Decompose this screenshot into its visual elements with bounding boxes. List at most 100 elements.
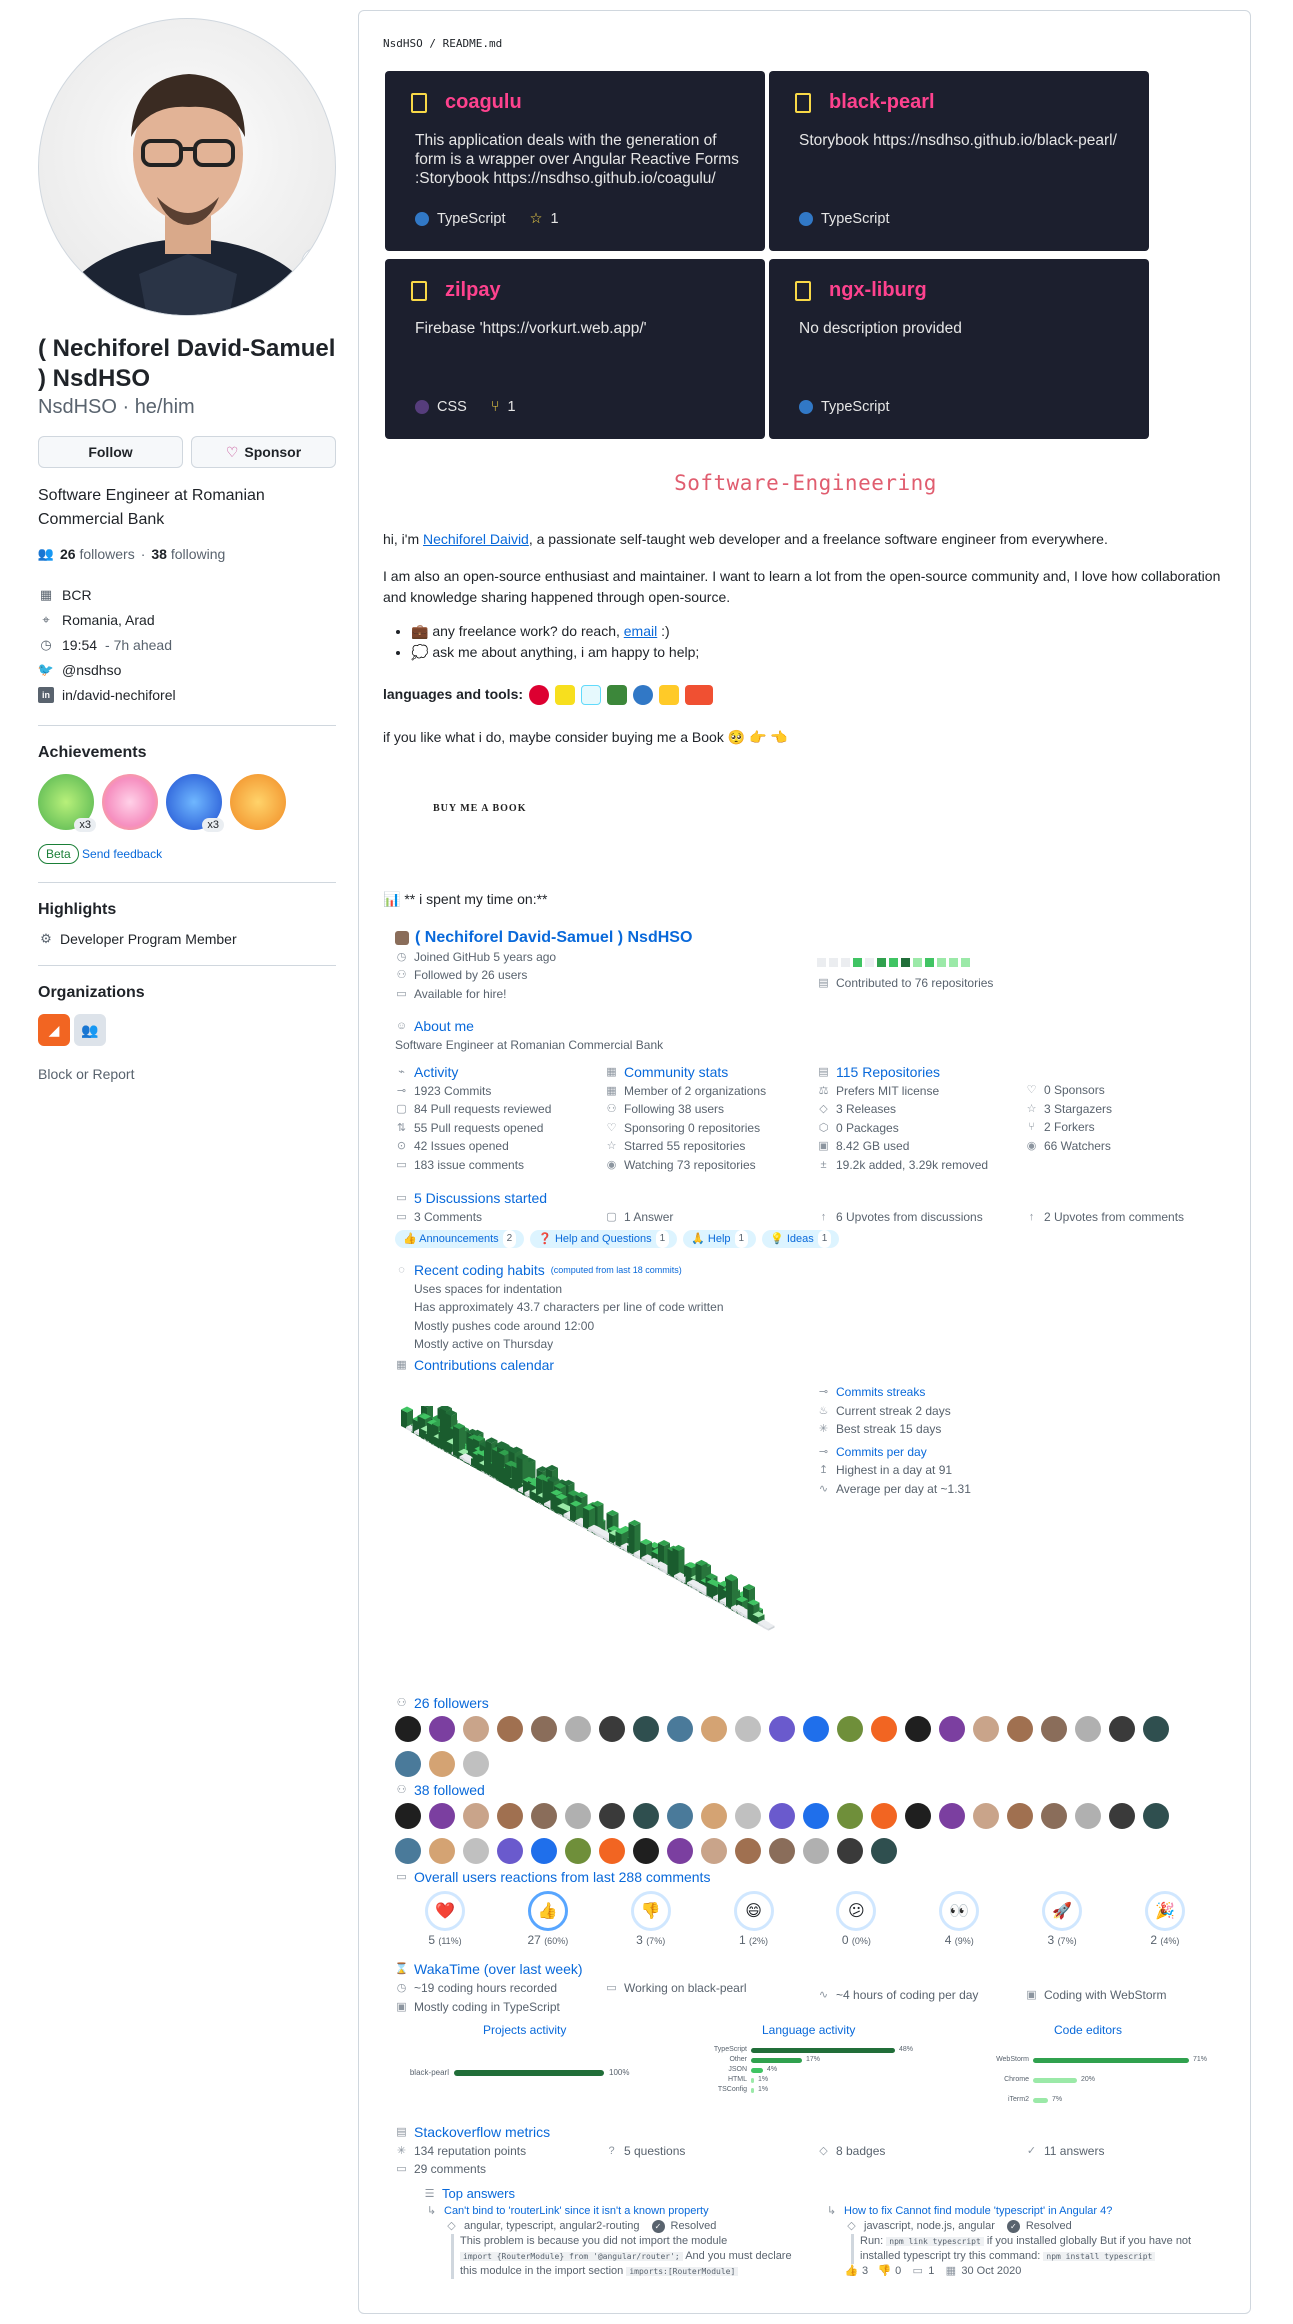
follower-avatar[interactable] (1007, 1716, 1033, 1742)
followed-user-avatar[interactable] (939, 1803, 965, 1829)
followed-user-avatar[interactable] (1143, 1803, 1169, 1829)
follower-avatar[interactable] (803, 1716, 829, 1742)
followed-user-avatar[interactable] (395, 1803, 421, 1829)
followed-user-avatar[interactable] (905, 1803, 931, 1829)
org-avatar-2[interactable]: 👥 (74, 1014, 106, 1046)
follower-avatar[interactable] (1109, 1716, 1135, 1742)
follower-avatar[interactable] (667, 1716, 693, 1742)
followed-user-avatar[interactable] (667, 1803, 693, 1829)
follower-avatar[interactable] (463, 1751, 489, 1777)
repo-name[interactable]: zilpay (445, 279, 501, 302)
follower-avatar[interactable] (701, 1716, 727, 1742)
follower-avatar[interactable] (531, 1716, 557, 1742)
linkedin-item[interactable]: in in/david-nechiforel (38, 682, 336, 707)
follower-avatar[interactable] (871, 1716, 897, 1742)
category-chip-help-questions[interactable]: ❓ Help and Questions 1 (530, 1229, 678, 1249)
followed-user-avatar[interactable] (463, 1803, 489, 1829)
follower-avatar[interactable] (1075, 1716, 1101, 1742)
followers-link[interactable]: 26 followers (60, 546, 135, 562)
repo-name[interactable]: coagulu (445, 91, 522, 114)
repo-name[interactable]: black-pearl (829, 91, 935, 114)
followed-user-avatar[interactable] (599, 1838, 625, 1864)
followed-user-avatar[interactable] (871, 1838, 897, 1864)
followed-user-avatar[interactable] (565, 1838, 591, 1864)
following-link[interactable]: 38 following (151, 546, 225, 562)
repo-card-ngx-liburg[interactable]: ngx-liburg No description provided TypeS… (769, 259, 1149, 439)
sponsor-button[interactable]: ♡ Sponsor (191, 436, 336, 468)
followed-user-avatar[interactable] (531, 1803, 557, 1829)
followed-user-avatar[interactable] (429, 1838, 455, 1864)
answer-1-link[interactable]: Can't bind to 'routerLink' since it isn'… (444, 2204, 709, 2219)
follower-avatar[interactable] (1041, 1716, 1067, 1742)
repo-card-coagulu[interactable]: coagulu This application deals with the … (385, 71, 765, 251)
category-chip-announcements[interactable]: 👍 Announcements 2 (395, 1229, 525, 1249)
follower-avatar[interactable] (1143, 1716, 1169, 1742)
follower-avatar[interactable] (497, 1716, 523, 1742)
follower-avatar[interactable] (973, 1716, 999, 1742)
buy-me-a-book-logo[interactable]: BUY ME A BOOK (433, 803, 526, 814)
followed-user-avatar[interactable] (633, 1803, 659, 1829)
follower-avatar[interactable] (395, 1751, 421, 1777)
followed-user-avatar[interactable] (701, 1803, 727, 1829)
breadcrumb[interactable]: NsdHSO / README.md (383, 37, 502, 50)
hourglass-icon: ⌛ (394, 1963, 409, 1975)
followed-user-avatar[interactable] (599, 1803, 625, 1829)
twitter-item[interactable]: 🐦 @nsdhso (38, 657, 336, 682)
pair-extraordinaire-badge[interactable]: x3 (38, 774, 96, 832)
org-avatar-1[interactable]: ◢ (38, 1014, 70, 1046)
follower-avatar[interactable] (395, 1716, 421, 1742)
follower-avatar[interactable] (633, 1716, 659, 1742)
follower-avatar[interactable] (565, 1716, 591, 1742)
status-emoji-button[interactable]: ☺ (301, 247, 335, 281)
followed-user-avatar[interactable] (701, 1838, 727, 1864)
category-chip-ideas[interactable]: 💡 Ideas 1 (762, 1229, 840, 1249)
email-link[interactable]: email (624, 623, 657, 639)
send-feedback-link[interactable]: Send feedback (82, 847, 162, 861)
followed-user-avatar[interactable] (395, 1838, 421, 1864)
quickdraw-badge[interactable] (230, 774, 286, 830)
followed-user-avatar[interactable] (1041, 1803, 1067, 1829)
block-report-link[interactable]: Block or Report (38, 1066, 336, 1082)
followed-user-avatar[interactable] (837, 1803, 863, 1829)
follower-avatar[interactable] (599, 1716, 625, 1742)
profile-avatar[interactable]: ☺ (38, 18, 336, 316)
followed-user-avatar[interactable] (803, 1838, 829, 1864)
followed-user-avatar[interactable] (429, 1803, 455, 1829)
follower-avatar[interactable] (769, 1716, 795, 1742)
followed-user-avatar[interactable] (633, 1838, 659, 1864)
answer-2-link[interactable]: How to fix Cannot find module 'typescrip… (844, 2204, 1112, 2219)
name-link[interactable]: Nechiforel Daivid (423, 531, 529, 547)
follower-avatar[interactable] (905, 1716, 931, 1742)
follower-avatar[interactable] (939, 1716, 965, 1742)
follow-button[interactable]: Follow (38, 436, 183, 468)
followed-user-avatar[interactable] (497, 1803, 523, 1829)
code-icon: ▣ (1026, 1989, 1037, 2001)
repo-card-black-pearl[interactable]: black-pearl Storybook https://nsdhso.git… (769, 71, 1149, 251)
followed-user-avatar[interactable] (1075, 1803, 1101, 1829)
followed-user-avatar[interactable] (1007, 1803, 1033, 1829)
followed-user-avatar[interactable] (973, 1803, 999, 1829)
followed-user-avatar[interactable] (735, 1803, 761, 1829)
pull-shark-badge[interactable]: x3 (166, 774, 224, 832)
followed-user-avatar[interactable] (769, 1803, 795, 1829)
followed-user-avatar[interactable] (769, 1838, 795, 1864)
followed-user-avatar[interactable] (837, 1838, 863, 1864)
followed-user-avatar[interactable] (735, 1838, 761, 1864)
followed-user-avatar[interactable] (497, 1838, 523, 1864)
repo-card-zilpay[interactable]: zilpay Firebase 'https://vorkurt.web.app… (385, 259, 765, 439)
follower-avatar[interactable] (429, 1751, 455, 1777)
followed-user-avatar[interactable] (667, 1838, 693, 1864)
repo-name[interactable]: ngx-liburg (829, 279, 927, 302)
followed-user-avatar[interactable] (871, 1803, 897, 1829)
follower-avatar[interactable] (735, 1716, 761, 1742)
followed-user-avatar[interactable] (565, 1803, 591, 1829)
follower-avatar[interactable] (837, 1716, 863, 1742)
followed-user-avatar[interactable] (531, 1838, 557, 1864)
category-chip-help[interactable]: 🙏 Help 1 (683, 1229, 757, 1249)
followed-user-avatar[interactable] (463, 1838, 489, 1864)
yolo-badge[interactable] (102, 774, 158, 830)
follower-avatar[interactable] (463, 1716, 489, 1742)
followed-user-avatar[interactable] (1109, 1803, 1135, 1829)
followed-user-avatar[interactable] (803, 1803, 829, 1829)
follower-avatar[interactable] (429, 1716, 455, 1742)
